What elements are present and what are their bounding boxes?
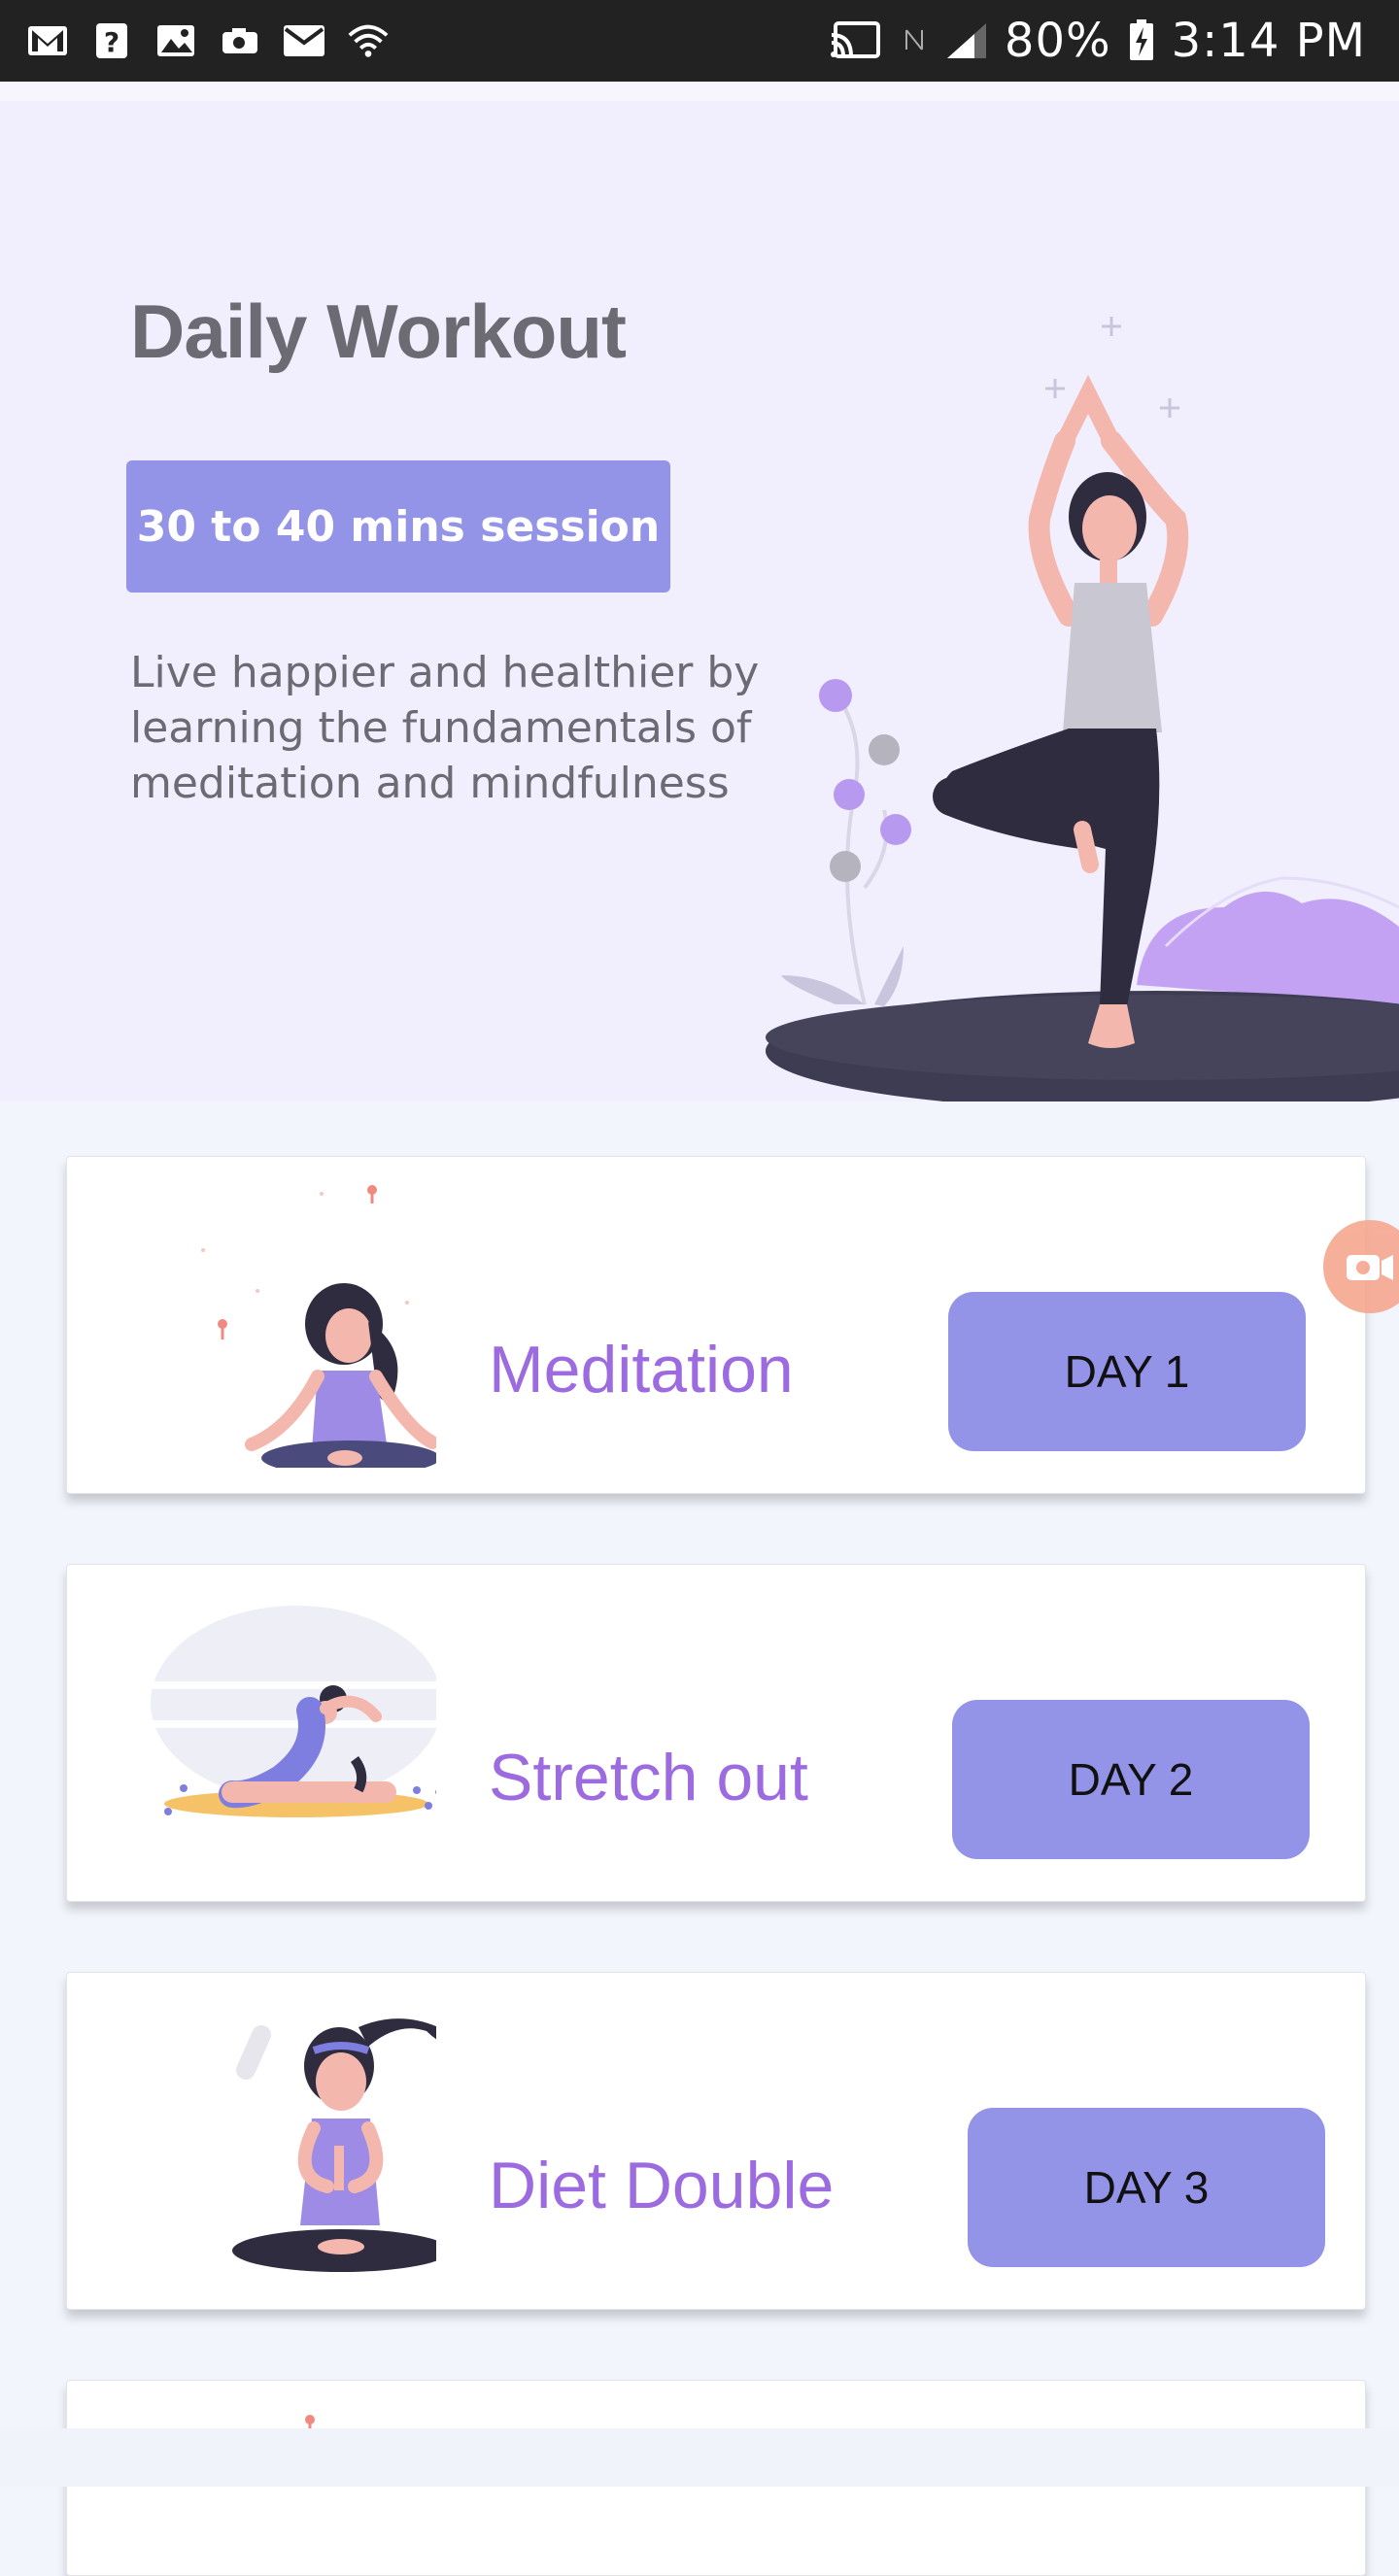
- notification-icons: ?: [0, 21, 391, 60]
- card-title: Diet Double: [489, 2149, 835, 2222]
- stretch-illustration: [145, 1606, 436, 1817]
- session-duration-button[interactable]: 30 to 40 mins session: [126, 460, 670, 593]
- hero-banner: Daily Workout 30 to 40 mins session Live…: [0, 101, 1399, 1102]
- camera-icon: [218, 21, 262, 60]
- card-title: Stretch out: [489, 1741, 808, 1814]
- workout-card-meditation[interactable]: Meditation DAY 1: [66, 1156, 1366, 1494]
- diet-double-illustration: [232, 2018, 436, 2272]
- help-icon: ?: [89, 21, 134, 60]
- day-2-button[interactable]: DAY 2: [952, 1700, 1310, 1859]
- header-divider: [0, 82, 1399, 101]
- workout-card-diet-double[interactable]: Diet Double DAY 3: [66, 1972, 1366, 2310]
- svg-text:?: ?: [104, 26, 119, 58]
- battery-charging-icon: [1127, 19, 1156, 60]
- yoga-tree-pose-illustration: [766, 317, 1399, 1102]
- day-1-button[interactable]: DAY 1: [948, 1292, 1306, 1451]
- bottom-edge: [0, 2428, 1399, 2487]
- clock-time: 3:14 PM: [1171, 14, 1366, 68]
- workout-card-stretch-out[interactable]: Stretch out DAY 2: [66, 1564, 1366, 1902]
- hero-description: Live happier and healthier by learning t…: [130, 648, 760, 808]
- day-3-button[interactable]: DAY 3: [968, 2108, 1325, 2267]
- gmail-icon: [25, 21, 70, 60]
- status-bar: ? 80% 3:14 PM: [0, 0, 1399, 82]
- video-camera-icon: [1347, 1255, 1393, 1280]
- wifi-icon: [346, 21, 391, 60]
- card-title: Meditation: [489, 1333, 794, 1407]
- nfc-icon: [900, 21, 929, 60]
- page-title: Daily Workout: [130, 288, 627, 374]
- image-icon: [154, 21, 198, 60]
- system-icons: 80% 3:14 PM: [826, 14, 1399, 68]
- cast-icon: [826, 21, 884, 60]
- battery-percent: 80%: [1004, 14, 1111, 68]
- mail-icon: [282, 21, 326, 60]
- signal-icon: [944, 21, 989, 60]
- meditation-illustration: [201, 1185, 436, 1468]
